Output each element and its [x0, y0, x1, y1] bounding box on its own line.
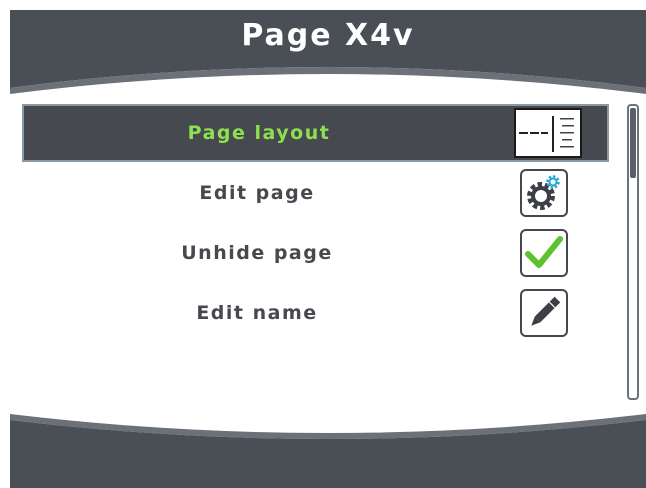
checkmark-icon: [520, 229, 568, 277]
menu-item-edit-name[interactable]: Edit name: [22, 284, 609, 342]
menu-item-label: Edit page: [199, 182, 315, 204]
menu-item-page-layout[interactable]: Page layout: [22, 104, 609, 162]
menu-item-label: Unhide page: [181, 242, 333, 264]
menu-item-edit-page[interactable]: Edit page: [22, 164, 609, 222]
page-title: Page X4v: [241, 18, 415, 53]
header-bar: Page X4v: [10, 10, 646, 98]
scrollbar[interactable]: [627, 104, 639, 400]
gears-icon: [520, 169, 568, 217]
page-layout-thumbnail-icon: [514, 108, 582, 158]
menu-item-label: Edit name: [196, 302, 318, 324]
footer-bar: [10, 410, 646, 488]
menu-list: Page layout Edit page Unhide page Edit n…: [10, 102, 646, 412]
scrollbar-thumb[interactable]: [630, 108, 636, 178]
menu-item-unhide-page[interactable]: Unhide page: [22, 224, 609, 282]
pen-icon: [520, 289, 568, 337]
device-screen: Page X4v Page layout Edit page Unhide pa…: [10, 10, 646, 488]
menu-item-label: Page layout: [187, 122, 331, 144]
